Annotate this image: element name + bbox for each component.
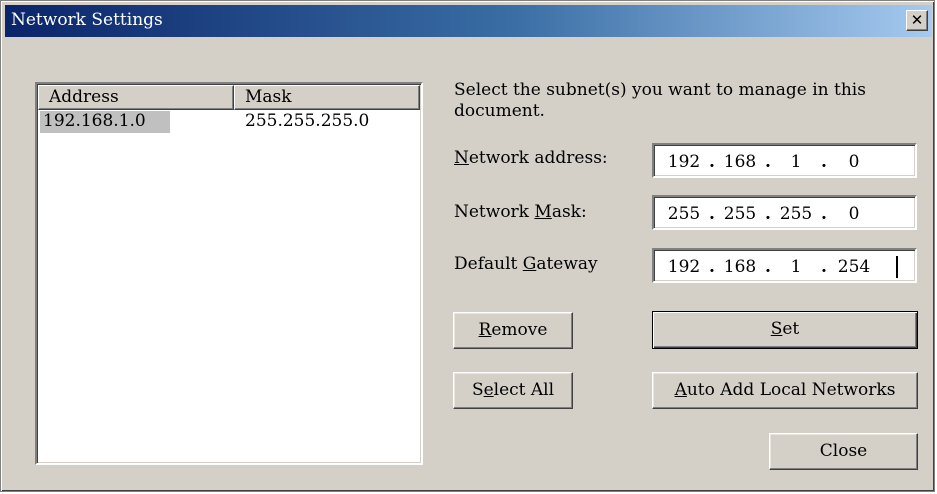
network-mask-octet-2[interactable]: 255 — [720, 203, 760, 225]
close-window-button[interactable]: ✕ — [906, 10, 928, 31]
ip-separator: . — [765, 257, 771, 277]
network-mask-octet-3[interactable]: 255 — [776, 203, 816, 225]
ip-separator: . — [765, 152, 771, 172]
select-all-button[interactable]: Select All — [453, 372, 573, 409]
auto-add-local-networks-button[interactable]: Auto Add Local Networks — [652, 372, 918, 409]
ip-separator: . — [709, 204, 715, 224]
default-gateway-octet-3[interactable]: 1 — [776, 256, 816, 278]
network-settings-dialog: Network Settings ✕ Address Mask 192.168.… — [0, 0, 935, 492]
ip-separator: . — [709, 152, 715, 172]
close-button[interactable]: Close — [769, 433, 918, 470]
network-address-octet-3[interactable]: 1 — [776, 151, 816, 173]
network-mask-octet-1[interactable]: 255 — [664, 203, 704, 225]
text-caret — [896, 256, 898, 278]
set-button[interactable]: Set — [652, 311, 918, 349]
column-header-mask[interactable]: Mask — [234, 85, 420, 110]
list-item[interactable]: 192.168.1.0 255.255.255.0 — [38, 111, 420, 133]
ip-separator: . — [765, 204, 771, 224]
title-bar[interactable]: Network Settings ✕ — [5, 5, 932, 37]
default-gateway-octet-2[interactable]: 168 — [720, 256, 760, 278]
network-address-octet-4[interactable]: 0 — [834, 151, 874, 173]
list-item-address: 192.168.1.0 — [40, 111, 170, 133]
ip-separator: . — [709, 257, 715, 277]
remove-button[interactable]: Remove — [453, 312, 573, 349]
instruction-text: Select the subnet(s) you want to manage … — [454, 80, 866, 121]
network-address-octet-2[interactable]: 168 — [720, 151, 760, 173]
default-gateway-octet-4[interactable]: 254 — [834, 256, 874, 278]
network-mask-octet-4[interactable]: 0 — [834, 203, 874, 225]
ip-separator: . — [821, 204, 827, 224]
network-mask-label: Network Mask: — [454, 202, 587, 222]
network-address-label: Network address: — [454, 148, 608, 168]
default-gateway-octet-1[interactable]: 192 — [664, 256, 704, 278]
close-icon: ✕ — [910, 11, 924, 29]
default-gateway-input[interactable]: 192 . 168 . 1 . 254 — [652, 248, 917, 283]
column-header-address[interactable]: Address — [38, 85, 234, 110]
network-mask-input[interactable]: 255 . 255 . 255 . 0 — [652, 195, 917, 230]
ip-separator: . — [821, 152, 827, 172]
network-address-input[interactable]: 192 . 168 . 1 . 0 — [652, 143, 917, 178]
ip-separator: . — [821, 257, 827, 277]
window-title: Network Settings — [11, 10, 163, 30]
subnet-list[interactable]: Address Mask 192.168.1.0 255.255.255.0 — [35, 82, 423, 465]
list-item-mask: 255.255.255.0 — [245, 111, 370, 131]
default-gateway-label: Default Gateway — [454, 254, 598, 274]
network-address-octet-1[interactable]: 192 — [664, 151, 704, 173]
